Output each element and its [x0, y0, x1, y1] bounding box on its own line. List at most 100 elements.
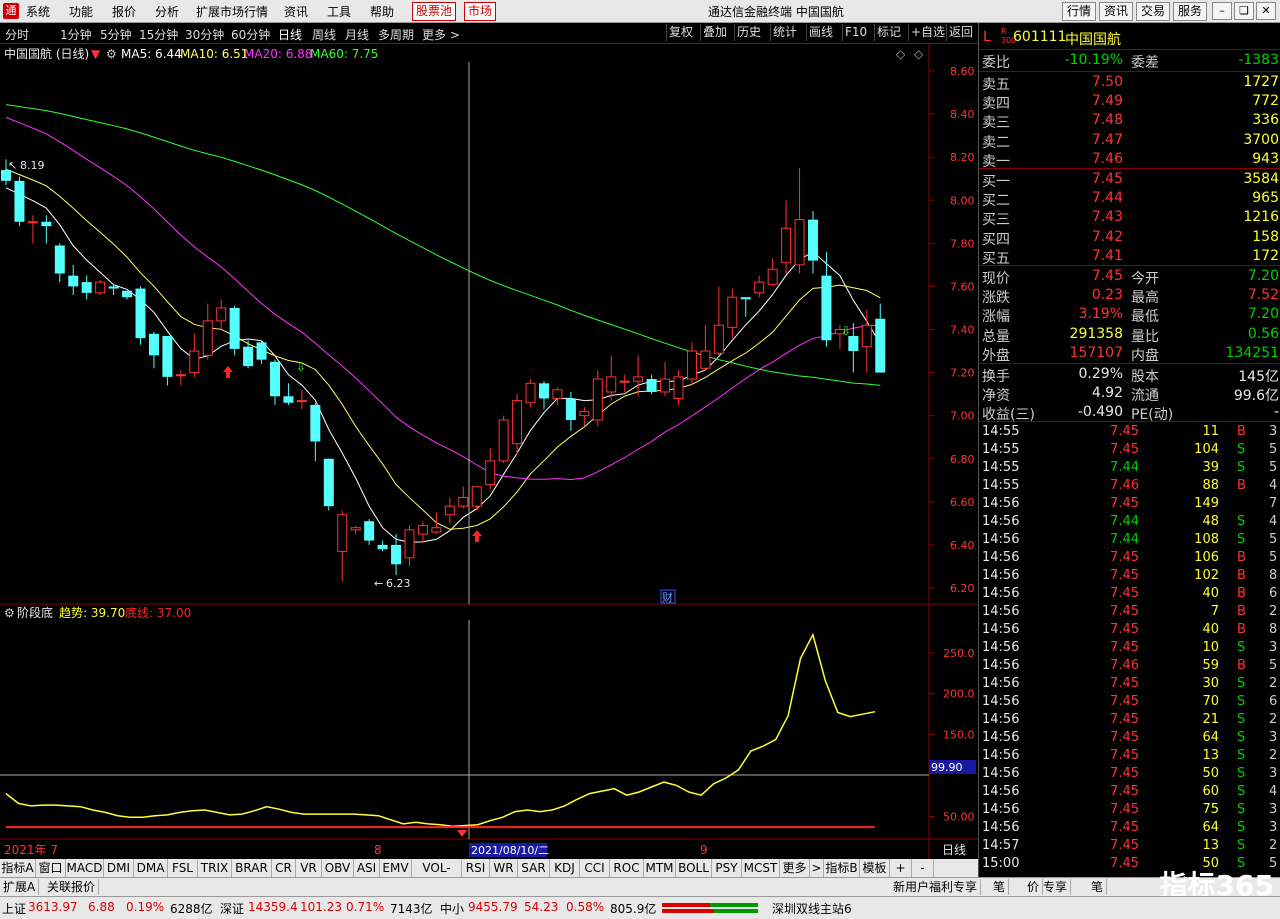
- right-tab-zhuanxiang[interactable]: 专享: [1040, 879, 1072, 895]
- period-more[interactable]: 更多 >: [422, 26, 460, 43]
- indicator-tab[interactable]: BRAR: [232, 859, 272, 877]
- ext-a-tab[interactable]: 扩展A: [0, 879, 40, 895]
- tick-row: 14:56 7.45 102 B 8: [982, 568, 1278, 583]
- menu-tools[interactable]: 工具: [327, 3, 351, 20]
- add-watchlist-button[interactable]: +自选: [908, 24, 947, 41]
- tick-row: 14:55 7.44 39 S 5: [982, 460, 1278, 475]
- trade-tab-button[interactable]: 交易: [1136, 2, 1171, 21]
- candle: [633, 355, 644, 397]
- menu-help[interactable]: 帮助: [370, 3, 394, 20]
- diamond-icon[interactable]: ◇: [896, 47, 906, 61]
- candle: [660, 361, 671, 397]
- menu-quote[interactable]: 报价: [112, 3, 136, 20]
- restore-rights-button[interactable]: 复权: [666, 24, 695, 41]
- indicator-settings-icon[interactable]: ⚙: [4, 606, 15, 620]
- indicator-tab[interactable]: -: [912, 859, 934, 877]
- f10-button[interactable]: F10: [842, 24, 869, 41]
- market-button[interactable]: 市场: [464, 2, 497, 21]
- related-quote-tab[interactable]: 关联报价: [44, 879, 100, 895]
- sz-index-amount: 7143亿: [390, 902, 433, 916]
- indicator-tab[interactable]: MACD: [66, 859, 104, 877]
- indicator-tab[interactable]: DMI: [104, 859, 134, 877]
- indicator-tab[interactable]: MTM: [644, 859, 676, 877]
- period-multi[interactable]: 多周期: [378, 26, 414, 43]
- close-icon[interactable]: ✕: [1256, 2, 1276, 20]
- collapse-icon[interactable]: ◇: [914, 47, 924, 61]
- indicator-tab[interactable]: WR: [490, 859, 518, 877]
- statistics-button[interactable]: 统计: [770, 24, 799, 41]
- service-tab-button[interactable]: 服务: [1173, 2, 1208, 21]
- candle: [861, 310, 872, 373]
- sz-index-label[interactable]: 深证: [220, 900, 244, 917]
- low-marker: ←: [374, 577, 383, 590]
- news-tab-button[interactable]: 资讯: [1099, 2, 1134, 21]
- period-60min[interactable]: 60分钟: [231, 26, 270, 43]
- indicator-bottom-label: 底线: 37.00: [125, 605, 191, 620]
- period-monthly[interactable]: 月线: [345, 26, 369, 43]
- stock-code: 601111: [1013, 29, 1067, 45]
- menu-function[interactable]: 功能: [69, 3, 93, 20]
- indicator-tab[interactable]: BOLL: [676, 859, 712, 877]
- right-tab-bi[interactable]: 笔: [990, 879, 1010, 895]
- indicator-tab[interactable]: ASI: [354, 859, 380, 877]
- indicator-tab[interactable]: MCST: [742, 859, 780, 877]
- finance-badge[interactable]: 财: [662, 590, 673, 604]
- indicator-tab[interactable]: FSL: [168, 859, 198, 877]
- history-button[interactable]: 历史: [734, 24, 763, 41]
- candle: [202, 303, 213, 360]
- overlay-button[interactable]: 叠加: [700, 24, 729, 41]
- indicator-tab[interactable]: RSI: [462, 859, 490, 877]
- indicator-tab[interactable]: 指标B: [824, 859, 860, 877]
- period-weekly[interactable]: 周线: [312, 26, 336, 43]
- menu-news[interactable]: 资讯: [284, 3, 308, 20]
- indicator-tab[interactable]: VR: [296, 859, 322, 877]
- menu-ext-market[interactable]: 扩展市场行情: [196, 3, 268, 20]
- price-axis-label: 7.80: [950, 237, 975, 250]
- tick-row: 14:56 7.45 64 S 3: [982, 730, 1278, 745]
- period-5min[interactable]: 5分钟: [100, 26, 132, 43]
- indicator-tab[interactable]: TRIX: [198, 859, 232, 877]
- indicator-tab[interactable]: ROC: [610, 859, 644, 877]
- indicator-tab[interactable]: EMV: [380, 859, 412, 877]
- candle: [794, 167, 805, 274]
- settings-icon[interactable]: ⚙: [106, 47, 117, 61]
- period-15min[interactable]: 15分钟: [139, 26, 178, 43]
- indicator-tab[interactable]: >: [810, 859, 824, 877]
- period-daily[interactable]: 日线: [278, 26, 302, 43]
- tick-row: 14:56 7.46 59 B 5: [982, 658, 1278, 673]
- period-1min[interactable]: 1分钟: [60, 26, 92, 43]
- sme-index-label[interactable]: 中小: [440, 900, 464, 917]
- indicator-tab[interactable]: KDJ: [550, 859, 580, 877]
- period-intraday[interactable]: 分时: [5, 26, 29, 43]
- minimize-icon[interactable]: –: [1212, 2, 1232, 20]
- indicator-tab[interactable]: VOL-TDX: [412, 859, 462, 893]
- ma5-line: [5, 187, 881, 543]
- kline-chart[interactable]: 中国国航 (日线) ▼ ⚙ MA5: 6.44 MA10: 6.51 MA20:…: [0, 44, 978, 859]
- buy-signal-icon-2: [472, 530, 482, 542]
- indicator-tab[interactable]: DMA: [134, 859, 168, 877]
- new-user-welfare-tab[interactable]: 新用户福利专享: [890, 879, 982, 895]
- maximize-icon[interactable]: ❏: [1234, 2, 1254, 20]
- indicator-tab[interactable]: CCI: [580, 859, 610, 877]
- indicator-tab[interactable]: CR: [272, 859, 296, 877]
- menu-analysis[interactable]: 分析: [155, 3, 179, 20]
- sh-index-label[interactable]: 上证: [2, 900, 26, 917]
- indicator-tab[interactable]: 指标A: [0, 859, 36, 877]
- indicator-tab[interactable]: OBV: [322, 859, 354, 877]
- indicator-tab[interactable]: 更多: [780, 859, 810, 877]
- draw-line-button[interactable]: 画线: [806, 24, 835, 41]
- indicator-tab[interactable]: SAR: [518, 859, 550, 877]
- period-30min[interactable]: 30分钟: [185, 26, 224, 43]
- indicator-tab[interactable]: 窗口: [36, 859, 66, 877]
- menu-system[interactable]: 系统: [26, 3, 50, 20]
- back-button[interactable]: 返回: [946, 24, 975, 41]
- right-tab-bi-2[interactable]: 笔: [1088, 879, 1108, 895]
- mark-button[interactable]: 标记: [874, 24, 903, 41]
- month-label-aug: 8: [374, 843, 382, 857]
- server-name[interactable]: 深圳双线主站6: [772, 900, 852, 917]
- indicator-tab[interactable]: 模板: [860, 859, 890, 877]
- indicator-tab[interactable]: +: [890, 859, 912, 877]
- stock-pool-button[interactable]: 股票池: [412, 2, 457, 21]
- quote-tab-button[interactable]: 行情: [1062, 2, 1097, 21]
- indicator-tab[interactable]: PSY: [712, 859, 742, 877]
